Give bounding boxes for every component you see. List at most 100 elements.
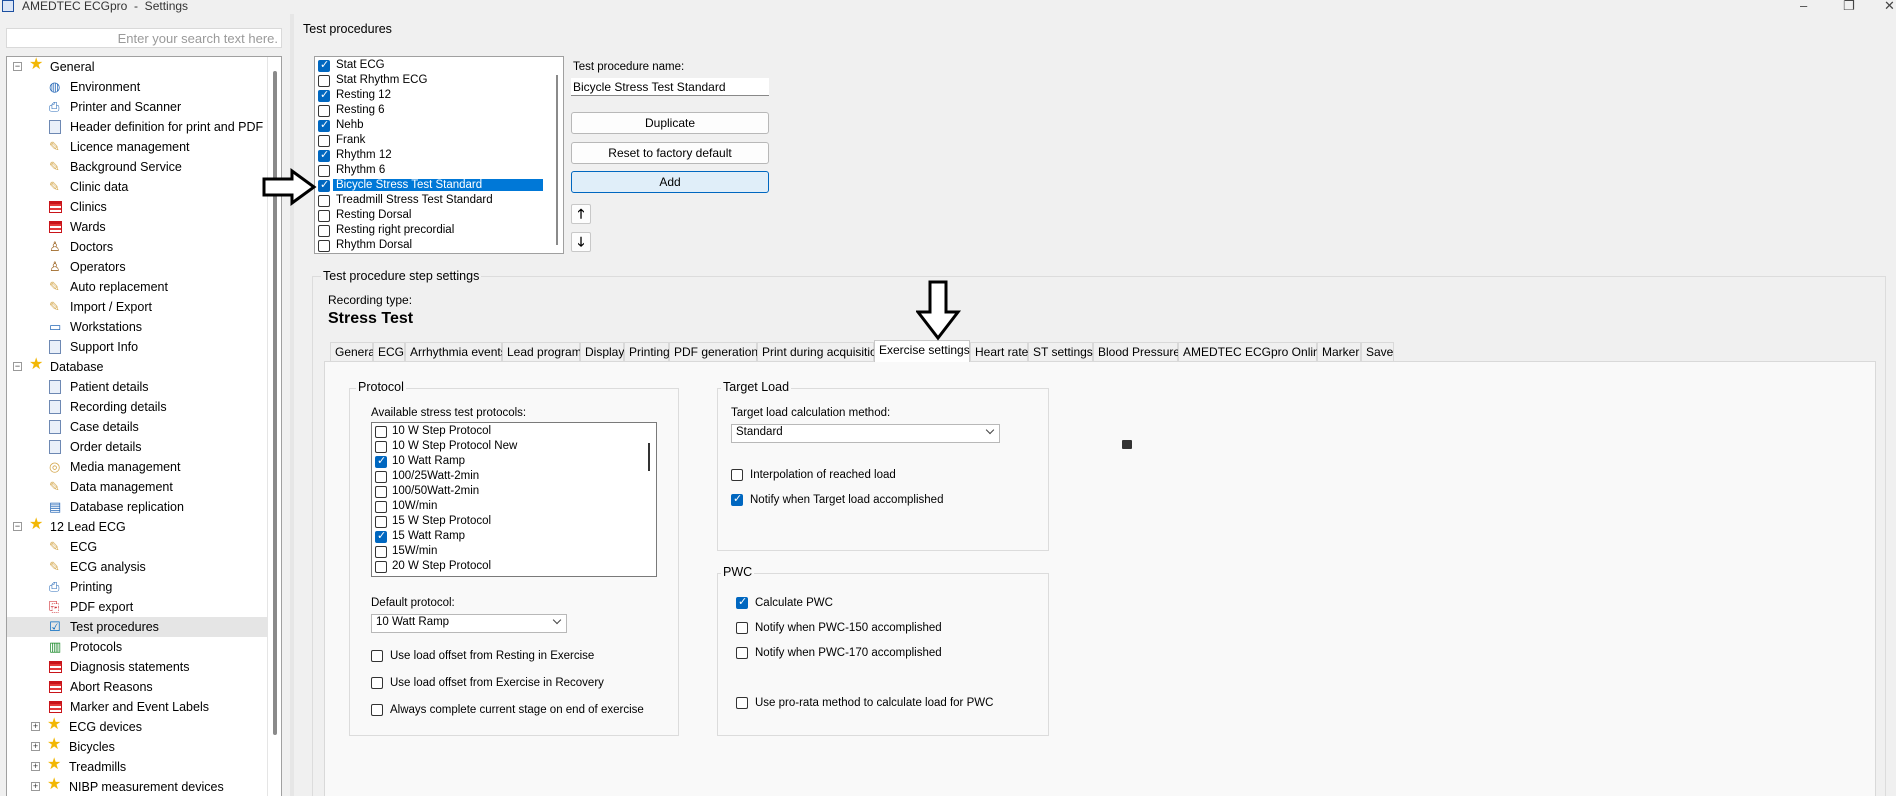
notify-pwc170-checkbox[interactable] [736,647,748,659]
collapse-icon[interactable]: − [13,62,22,71]
procedure-checkbox[interactable] [318,148,330,162]
protocol-list-item[interactable]: 15 Watt Ramp [372,529,642,544]
tab-blood-pressure[interactable]: Blood Pressure [1093,342,1180,361]
procedure-list-item[interactable]: Treadmill Stress Test Standard [315,193,547,208]
protocol-checkbox[interactable] [375,471,387,483]
settings-tree[interactable]: − ★ General ◍ Environment ⎙ Printer and Scanne… [6,56,282,796]
protocol-list-item[interactable]: 10 W Step Protocol [372,424,642,439]
tree-item[interactable]: ♙ Doctors [7,237,269,257]
procedure-checkbox[interactable] [318,118,330,132]
test-procedure-list[interactable]: Stat ECG Stat Rhythm ECG Resting 12 Resting… [314,56,564,254]
procedure-checkbox[interactable] [318,105,330,117]
move-up-button[interactable]: 🡑 [571,204,591,224]
tree-item[interactable]: ♙ Operators [7,257,269,277]
tree-item[interactable]: Patient details [7,377,269,397]
pane-splitter[interactable] [290,14,294,796]
close-button[interactable]: ✕ [1884,0,1895,14]
procedure-checkbox[interactable] [318,58,330,72]
procedure-list-item[interactable]: Stat ECG [315,58,547,73]
add-button[interactable]: Add [571,171,769,193]
protocol-list-item[interactable]: 20 W Step Protocol [372,559,642,574]
tree-item[interactable]: Support Info [7,337,269,357]
expand-icon[interactable]: + [31,722,40,731]
protocol-checkbox[interactable] [375,501,387,513]
collapse-icon[interactable]: − [13,522,22,531]
protocol-list-item[interactable]: 100/25Watt-2min [372,469,642,484]
search-input[interactable]: Enter your search text here. [6,28,282,48]
target-load-method-select[interactable]: Standard [731,424,1000,443]
tree-item[interactable]: − ★ Database [7,357,269,377]
procedure-list-item[interactable]: Rhythm 6 [315,163,547,178]
tree-item[interactable]: Abort Reasons [7,677,269,697]
procedure-name-input[interactable]: Bicycle Stress Test Standard [571,78,769,96]
tree-item[interactable]: ⎙ Printing [7,577,269,597]
procedure-checkbox[interactable] [318,135,330,147]
tab-print-during-acquisition[interactable]: Print during acquisition [757,342,883,361]
tree-item[interactable]: ◍ Environment [7,77,269,97]
procedure-list-item[interactable]: Resting right precordial [315,223,547,238]
procedure-checkbox[interactable] [318,240,330,252]
protocol-checkbox[interactable] [375,561,387,573]
tree-item[interactable]: + ★ ECG devices [7,717,269,737]
tab-heart-rate[interactable]: Heart rate [970,342,1028,361]
collapse-icon[interactable]: − [13,362,22,371]
tab-display[interactable]: Display [580,342,624,361]
tree-item[interactable]: ✎ ECG [7,537,269,557]
protocol-checkbox[interactable] [375,441,387,453]
protocol-checkbox[interactable] [375,516,387,528]
protocol-list-item[interactable]: 15W/min [372,544,642,559]
load-offset-resting-checkbox[interactable] [371,650,383,662]
procedure-list-item[interactable]: Bicycle Stress Test Standard [315,178,547,193]
notify-pwc150-checkbox[interactable] [736,622,748,634]
tree-item[interactable]: ✎ Licence management [7,137,269,157]
tree-item[interactable]: Wards [7,217,269,237]
restore-button[interactable]: ❐ [1843,0,1855,14]
default-protocol-select[interactable]: 10 Watt Ramp [371,614,567,633]
expand-icon[interactable]: + [31,742,40,751]
expand-icon[interactable]: + [31,762,40,771]
protocol-checkbox[interactable] [375,426,387,438]
tab-pdf-generation[interactable]: PDF generation [669,342,758,361]
stress-protocol-list[interactable]: 10 W Step Protocol 10 W Step Protocol New… [371,422,657,577]
protocol-checkbox[interactable] [375,486,387,498]
procedure-checkbox[interactable] [318,88,330,102]
tree-item[interactable]: Diagnosis statements [7,657,269,677]
protocol-list-item[interactable]: 10 Watt Ramp [372,454,642,469]
tree-item[interactable]: ✎ Data management [7,477,269,497]
procedure-list-scroll-thumb[interactable] [556,75,558,245]
tab-ecg[interactable]: ECG [373,342,405,361]
procedure-list-item[interactable]: Stat Rhythm ECG [315,73,547,88]
pro-rata-checkbox[interactable] [736,697,748,709]
procedure-list-item[interactable]: Rhythm Dorsal [315,238,547,253]
move-down-button[interactable]: 🡓 [571,232,591,252]
tree-item[interactable]: ✎ ECG analysis [7,557,269,577]
tree-item[interactable]: ⎘ PDF export [7,597,269,617]
tree-item[interactable]: ▥ Protocols [7,637,269,657]
procedure-checkbox[interactable] [318,210,330,222]
tab-general[interactable]: General [330,342,378,361]
protocol-list-item[interactable]: 10 W Step Protocol New [372,439,642,454]
tab-printing[interactable]: Printing [624,342,670,361]
protocol-list-scroll-thumb[interactable] [648,443,650,471]
tree-item[interactable]: + ★ Treadmills [7,757,269,777]
tab-lead-program[interactable]: Lead program [502,342,582,361]
procedure-checkbox[interactable] [318,195,330,207]
protocol-list-item[interactable]: 100/50Watt-2min [372,484,642,499]
tab-save[interactable]: Save [1361,342,1394,361]
minimize-button[interactable]: – [1800,0,1807,13]
load-offset-exercise-checkbox[interactable] [371,677,383,689]
tree-item[interactable]: ✎ Auto replacement [7,277,269,297]
procedure-list-item[interactable]: Nehb [315,118,547,133]
protocol-list-item[interactable]: 10W/min [372,499,642,514]
tree-item[interactable]: ▭ Workstations [7,317,269,337]
protocol-checkbox[interactable] [375,454,387,468]
protocol-checkbox[interactable] [375,529,387,543]
tab-amedtec-ecgpro-online[interactable]: AMEDTEC ECGpro Online [1178,342,1326,361]
procedure-list-item[interactable]: Resting Dorsal [315,208,547,223]
tab-st-settings[interactable]: ST settings [1028,342,1093,361]
tree-item[interactable]: + ★ NIBP measurement devices [7,777,269,796]
tree-item[interactable]: Clinics [7,197,269,217]
procedure-checkbox[interactable] [318,225,330,237]
procedure-list-item[interactable]: Resting 12 [315,88,547,103]
tree-item[interactable]: ☑ Test procedures [7,617,269,637]
